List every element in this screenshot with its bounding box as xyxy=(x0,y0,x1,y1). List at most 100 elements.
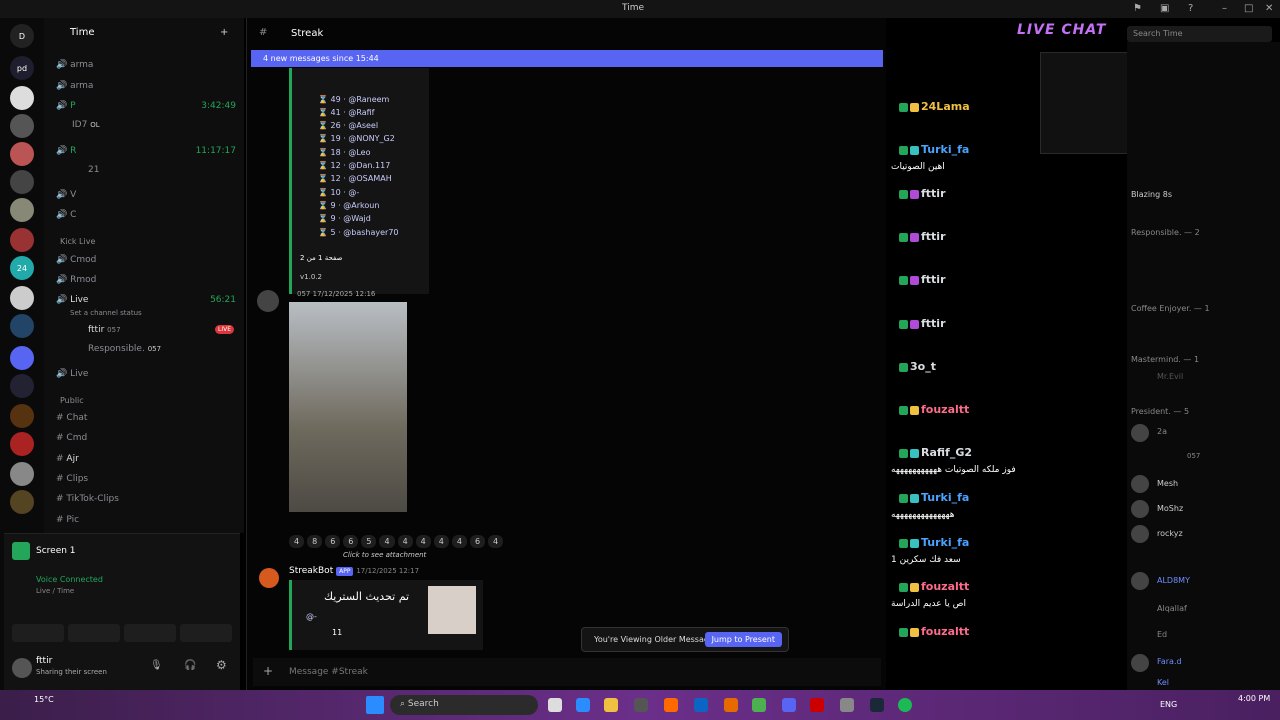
avatar[interactable] xyxy=(257,290,279,312)
weather-temp[interactable]: 15°C xyxy=(34,695,54,704)
server-icon[interactable] xyxy=(10,142,34,166)
server-icon[interactable] xyxy=(10,114,34,138)
reaction[interactable]: 4 xyxy=(379,535,395,548)
reply-preview[interactable]: Click to see attachment xyxy=(343,551,426,559)
channel-item[interactable]: # Cmd xyxy=(56,433,87,443)
copilot-icon[interactable] xyxy=(576,698,590,712)
avatar[interactable] xyxy=(1131,654,1149,672)
server-icon[interactable] xyxy=(10,228,34,252)
settings-gear-icon[interactable]: ⚙ xyxy=(216,658,227,672)
server-icon[interactable] xyxy=(10,170,34,194)
avatar[interactable] xyxy=(12,658,32,678)
server-icon[interactable] xyxy=(10,314,34,338)
leaderboard-row[interactable]: ⌛ 10 · @- xyxy=(318,188,359,197)
leaderboard-row[interactable]: ⌛ 9 · @Wajd xyxy=(318,214,371,223)
channel-item[interactable]: 🔊 Live xyxy=(56,369,88,379)
server-icon[interactable] xyxy=(10,286,34,310)
member-name[interactable]: Kel xyxy=(1157,678,1169,687)
windows-start-icon[interactable] xyxy=(366,696,384,714)
spotify-icon[interactable] xyxy=(898,698,912,712)
language-indicator[interactable]: ENG xyxy=(1160,700,1177,709)
server-icon[interactable] xyxy=(10,462,34,486)
channel-item[interactable]: 🔊 arma xyxy=(56,81,93,91)
reaction[interactable]: 5 xyxy=(361,535,377,548)
reaction[interactable]: 4 xyxy=(289,535,305,548)
channel-item[interactable]: # Pic xyxy=(56,515,79,525)
channel-item[interactable]: 🔊 C xyxy=(56,210,76,220)
mic-icon[interactable]: 🎙 xyxy=(150,660,163,671)
add-attachment-icon[interactable]: + xyxy=(263,664,273,678)
minimize-icon[interactable]: – xyxy=(1222,3,1227,14)
voice-user[interactable]: ID7 OL xyxy=(72,120,100,130)
leaderboard-row[interactable]: ⌛ 49 · @Raneem xyxy=(318,95,389,104)
reaction[interactable]: 4 xyxy=(433,535,449,548)
channel-item[interactable]: 🔊 Rmod xyxy=(56,275,96,285)
channel-item[interactable]: # Clips xyxy=(56,474,88,484)
server-icon[interactable]: pd xyxy=(10,56,34,80)
channel-item[interactable]: 🔊 P 3:42:49 xyxy=(56,101,236,111)
reaction[interactable]: 6 xyxy=(469,535,486,548)
server-folder-icon[interactable] xyxy=(10,346,34,370)
server-name[interactable]: Time xyxy=(70,27,94,38)
reaction[interactable]: 4 xyxy=(451,535,467,548)
app-icon[interactable] xyxy=(840,698,854,712)
bot-name[interactable]: StreakBot APP 17/12/2025 12:17 xyxy=(289,566,419,576)
category-kick-live[interactable]: Kick Live xyxy=(60,237,95,246)
server-icon[interactable] xyxy=(10,198,34,222)
avatar[interactable] xyxy=(1131,424,1149,442)
member-name[interactable]: Fara.d xyxy=(1157,657,1182,666)
server-icon[interactable]: 24 xyxy=(10,256,34,280)
member-name[interactable]: 2a xyxy=(1157,427,1167,436)
chrome-icon[interactable] xyxy=(752,698,766,712)
attached-image[interactable] xyxy=(289,302,407,512)
server-icon[interactable] xyxy=(10,374,34,398)
leaderboard-row[interactable]: ⌛ 18 · @Leo xyxy=(318,148,370,157)
leaderboard-row[interactable]: ⌛ 41 · @Rafif xyxy=(318,108,374,117)
channel-status[interactable]: Set a channel status xyxy=(70,309,142,317)
member-name[interactable]: Alqallaf xyxy=(1157,604,1187,613)
maximize-icon[interactable]: □ xyxy=(1244,3,1253,14)
bot-mention[interactable]: @- xyxy=(306,612,317,621)
leaderboard-row[interactable]: ⌛ 19 · @NONY_G2 xyxy=(318,134,395,143)
channel-item[interactable]: 🔊 R 11:17:17 xyxy=(56,146,236,156)
avatar[interactable] xyxy=(1131,572,1149,590)
leaderboard-row[interactable]: ⌛ 5 · @bashayer70 xyxy=(318,228,399,237)
member-name[interactable]: ALD8MY xyxy=(1157,576,1190,585)
help-icon[interactable]: ? xyxy=(1188,3,1193,14)
leaderboard-row[interactable]: ⌛ 9 · @Arkoun xyxy=(318,201,379,210)
activities-button[interactable] xyxy=(124,624,176,642)
channel-item[interactable]: 🔊 arma xyxy=(56,60,93,70)
server-icon[interactable] xyxy=(10,404,34,428)
reaction[interactable]: 8 xyxy=(307,535,323,548)
channel-item[interactable]: # Chat xyxy=(56,413,87,423)
reaction[interactable]: 6 xyxy=(325,535,341,548)
channel-item[interactable]: 🔊 Live 56:21 xyxy=(56,295,236,305)
avatar[interactable] xyxy=(1131,475,1149,493)
firefox-icon[interactable] xyxy=(664,698,678,712)
store-icon[interactable] xyxy=(634,698,648,712)
steam-icon[interactable] xyxy=(870,698,884,712)
leaderboard-row[interactable]: ⌛ 12 · @OSAMAH xyxy=(318,174,392,183)
voice-channel[interactable]: Live / Time xyxy=(36,587,74,595)
server-icon[interactable] xyxy=(10,86,34,110)
file-explorer-icon[interactable] xyxy=(604,698,618,712)
share-screen-button[interactable] xyxy=(68,624,120,642)
clock-time[interactable]: 4:00 PM xyxy=(1238,694,1270,703)
task-view-icon[interactable] xyxy=(548,698,562,712)
voice-user[interactable]: 21 xyxy=(88,165,99,175)
headphones-icon[interactable]: 🎧 xyxy=(184,660,196,671)
discord-icon[interactable] xyxy=(782,698,796,712)
member-name[interactable]: MoShz xyxy=(1157,504,1183,513)
add-user-icon[interactable]: + xyxy=(220,27,228,38)
member-name[interactable]: Mr.Evil xyxy=(1157,372,1183,381)
message-input[interactable]: + Message #Streak xyxy=(253,658,881,686)
server-icon[interactable]: D xyxy=(10,24,34,48)
reaction[interactable]: 4 xyxy=(415,535,431,548)
close-icon[interactable]: ✕ xyxy=(1265,3,1273,14)
server-icon[interactable] xyxy=(10,490,34,514)
member-name[interactable]: Ed xyxy=(1157,630,1167,639)
category-public[interactable]: Public xyxy=(60,396,84,405)
search-input[interactable]: Search Time xyxy=(1127,26,1272,42)
screen-icon[interactable]: ▣ xyxy=(1160,3,1169,14)
server-icon[interactable] xyxy=(10,432,34,456)
